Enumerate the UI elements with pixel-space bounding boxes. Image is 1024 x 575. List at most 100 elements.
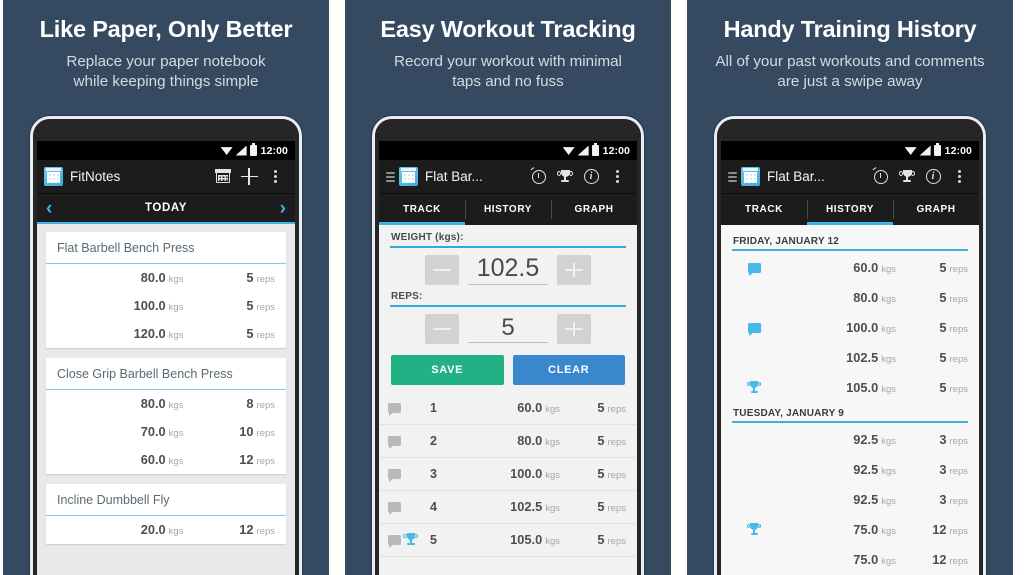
weight-decrement-button[interactable] <box>425 255 459 285</box>
weight-unit: kgs <box>168 302 184 313</box>
set-row[interactable]: 70.0 kgs 10 reps <box>46 418 286 446</box>
reps-stepper[interactable]: 5 <box>379 307 637 350</box>
reps-value: 12 <box>239 452 254 467</box>
weight-unit: kgs <box>881 556 896 567</box>
history-set-row[interactable]: 80.0 kgs 5 reps <box>721 283 979 313</box>
weight-unit: kgs <box>545 404 560 415</box>
set-row[interactable]: 1 60.0 kgs 5 reps <box>379 392 637 425</box>
reps-unit: reps <box>607 470 626 481</box>
history-set-row[interactable]: 92.5 kgs 3 reps <box>721 425 979 455</box>
reps-value: 5 <box>246 326 254 341</box>
weight-input[interactable]: 102.5 <box>468 255 548 285</box>
trophy-icon[interactable] <box>894 164 920 190</box>
weight-field-group: WEIGHT (kgs): <box>379 232 637 248</box>
weight-increment-button[interactable] <box>557 255 591 285</box>
logged-set-list[interactable]: 1 60.0 kgs 5 reps 2 80.0 kgs 5 reps 3 100.0 kgs 5 reps… <box>379 392 637 557</box>
app-title-3: Flat Bar... <box>767 169 825 184</box>
comment-icon[interactable] <box>388 535 401 548</box>
history-set-row[interactable]: 75.0 kgs 12 reps <box>721 545 979 575</box>
set-row[interactable]: 100.0 kgs 5 reps <box>46 292 286 320</box>
set-row[interactable]: 20.0 kgs 12 reps <box>46 516 286 544</box>
set-reps: 10 reps <box>183 423 275 441</box>
weight-unit: kgs <box>545 470 560 481</box>
history-list[interactable]: FRIDAY, JANUARY 12 60.0 kgs 5 reps 80.0 kgs 5 re… <box>721 225 979 575</box>
history-set-row[interactable]: 102.5 kgs 5 reps <box>721 343 979 373</box>
current-date-label[interactable]: TODAY <box>145 202 187 214</box>
weight-value: 102.5 <box>846 350 879 365</box>
reps-value: 3 <box>939 432 947 447</box>
reps-decrement-button[interactable] <box>425 314 459 344</box>
tab-history[interactable]: HISTORY <box>807 194 893 225</box>
workout-card-list[interactable]: Flat Barbell Bench Press 80.0 kgs 5 reps 100.… <box>37 224 295 575</box>
set-weight: 100.0 kgs <box>454 465 566 483</box>
hamburger-icon[interactable] <box>728 171 737 182</box>
weight-value: 100.0 <box>510 466 543 481</box>
exercise-card[interactable]: Incline Dumbbell Fly 20.0 kgs 12 reps <box>46 484 286 544</box>
comment-icon[interactable] <box>388 436 401 449</box>
weight-unit: kgs <box>881 466 896 477</box>
reps-increment-button[interactable] <box>557 314 591 344</box>
clock-icon[interactable] <box>868 164 894 190</box>
set-row-icons <box>388 469 430 482</box>
set-row[interactable]: 5 105.0 kgs 5 reps <box>379 524 637 557</box>
save-button[interactable]: SAVE <box>391 355 504 385</box>
tab-history[interactable]: HISTORY <box>465 194 551 225</box>
set-row[interactable]: 3 100.0 kgs 5 reps <box>379 458 637 491</box>
overflow-menu-icon[interactable] <box>946 164 972 190</box>
exercise-card[interactable]: Flat Barbell Bench Press 80.0 kgs 5 reps 100.… <box>46 232 286 348</box>
set-row[interactable]: 4 102.5 kgs 5 reps <box>379 491 637 524</box>
hamburger-icon[interactable] <box>386 171 395 182</box>
tab-graph[interactable]: GRAPH <box>893 194 979 225</box>
clock-icon[interactable] <box>526 164 552 190</box>
set-row[interactable]: 80.0 kgs 5 reps <box>46 264 286 292</box>
tab-bar-2[interactable]: TRACK HISTORY GRAPH <box>379 194 637 225</box>
signal-icon <box>577 145 589 156</box>
history-date-header: FRIDAY, JANUARY 12 <box>733 236 840 247</box>
reps-input[interactable]: 5 <box>468 315 548 344</box>
reps-value: 5 <box>597 466 605 481</box>
set-weight: 60.0 kgs <box>57 451 184 469</box>
status-bar-1: 12:00 <box>37 141 295 160</box>
exercise-card[interactable]: Close Grip Barbell Bench Press 80.0 kgs 8 re… <box>46 358 286 474</box>
personal-record-trophy-icon <box>403 533 418 547</box>
info-icon[interactable]: i <box>578 164 604 190</box>
history-set-row[interactable]: 92.5 kgs 3 reps <box>721 455 979 485</box>
history-set-row[interactable]: 75.0 kgs 12 reps <box>721 515 979 545</box>
history-set-row[interactable]: 105.0 kgs 5 reps <box>721 373 979 403</box>
tab-graph[interactable]: GRAPH <box>551 194 637 225</box>
comment-icon[interactable] <box>388 403 401 416</box>
set-reps: 12 reps <box>183 521 275 539</box>
set-weight: 100.0 kgs <box>57 297 184 315</box>
plus-icon[interactable] <box>236 164 262 190</box>
clear-button[interactable]: CLEAR <box>512 355 625 385</box>
weight-value: 120.0 <box>133 326 166 341</box>
set-weight: 105.0 kgs <box>454 531 566 549</box>
set-weight: 100.0 kgs <box>778 319 906 337</box>
tab-track[interactable]: TRACK <box>721 194 807 225</box>
history-set-row[interactable]: 100.0 kgs 5 reps <box>721 313 979 343</box>
weight-stepper[interactable]: 102.5 <box>379 248 637 291</box>
comment-icon[interactable] <box>747 263 761 276</box>
set-row[interactable]: 2 80.0 kgs 5 reps <box>379 425 637 458</box>
next-day-button[interactable]: › <box>280 199 286 218</box>
set-row[interactable]: 80.0 kgs 8 reps <box>46 390 286 418</box>
tab-track[interactable]: TRACK <box>379 194 465 225</box>
history-set-row[interactable]: 92.5 kgs 3 reps <box>721 485 979 515</box>
calendar-icon[interactable] <box>210 164 236 190</box>
overflow-menu-icon[interactable] <box>604 164 630 190</box>
overflow-menu-icon[interactable] <box>262 164 288 190</box>
set-row[interactable]: 60.0 kgs 12 reps <box>46 446 286 474</box>
comment-icon[interactable] <box>388 502 401 515</box>
trophy-icon[interactable] <box>552 164 578 190</box>
comment-icon[interactable] <box>388 469 401 482</box>
info-icon[interactable]: i <box>920 164 946 190</box>
comment-icon[interactable] <box>747 323 761 336</box>
history-set-row[interactable]: 60.0 kgs 5 reps <box>721 253 979 283</box>
set-reps: 5 reps <box>183 297 275 315</box>
phone-bezel-top-1 <box>33 119 299 141</box>
tab-bar-3[interactable]: TRACK HISTORY GRAPH <box>721 194 979 225</box>
prev-day-button[interactable]: ‹ <box>46 199 52 218</box>
reps-value: 12 <box>932 522 947 537</box>
reps-unit: reps <box>949 436 968 447</box>
set-row[interactable]: 120.0 kgs 5 reps <box>46 320 286 348</box>
